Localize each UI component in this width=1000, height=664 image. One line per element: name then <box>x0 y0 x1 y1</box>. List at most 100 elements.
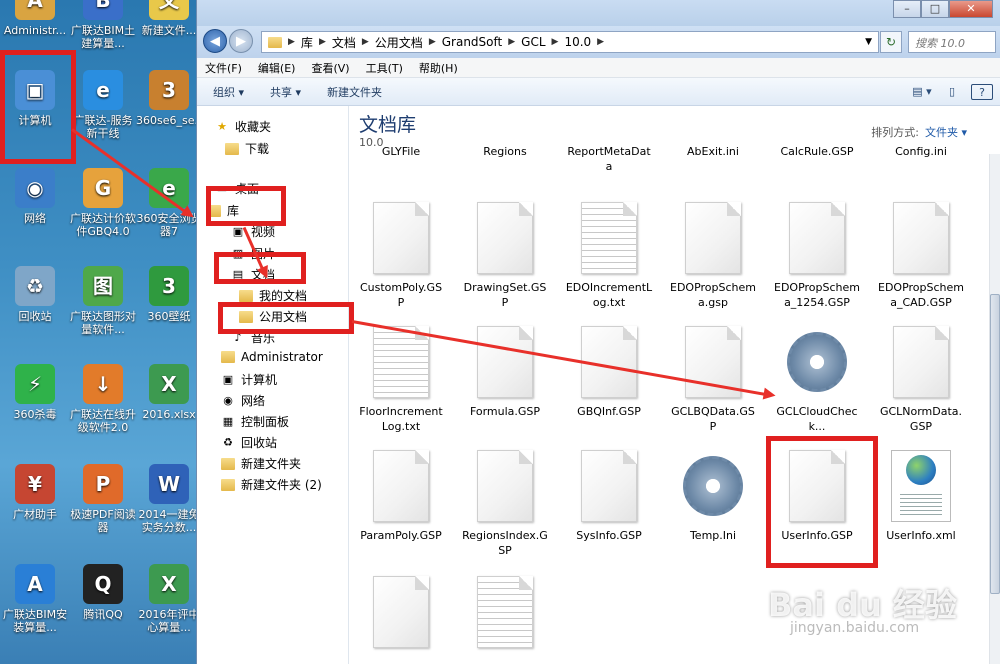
refresh-icon[interactable]: ↻ <box>880 31 902 53</box>
desktop-icon-7[interactable]: G 广联达计价软件GBQ4.0 <box>70 168 136 238</box>
file-item[interactable]: RegionsIndex.GSP <box>457 450 553 558</box>
desktop-icon-17[interactable]: W 2014一建免实务分数... <box>136 464 202 534</box>
back-button[interactable]: ◀ <box>203 29 227 53</box>
file-item[interactable]: Temp.Ini <box>665 450 761 543</box>
minimize-button[interactable]: – <box>893 0 921 18</box>
desktop-icon-15[interactable]: ¥ 广材助手 <box>2 464 68 521</box>
desktop-app-icon: X <box>149 564 189 604</box>
file-item[interactable]: EDOIncrementLog.txt <box>561 202 657 310</box>
file-item[interactable]: FloorIncrementLog.txt <box>353 326 449 434</box>
file-item[interactable]: EDOPropSchema.gsp <box>665 202 761 310</box>
scrollbar-thumb[interactable] <box>990 294 1000 594</box>
search-input[interactable]: 搜索 10.0 <box>908 31 996 53</box>
desktop-icon-label: 广联达BIM土建算量... <box>70 24 136 50</box>
file-item[interactable]: GLYFile <box>353 66 449 159</box>
desktop-app-icon: 3 <box>149 70 189 110</box>
help-icon[interactable]: ? <box>971 84 993 100</box>
desktop-icon-20[interactable]: X 2016年评中心算量... <box>136 564 202 634</box>
desktop-icon-10[interactable]: 图广联达图形对量软件... <box>70 266 136 336</box>
desktop-icon-1[interactable]: B 广联达BIM土建算量... <box>70 0 136 50</box>
nav-item-13[interactable]: ▦ 控制面板 <box>221 413 289 430</box>
breadcrumb-gcl[interactable]: GCL <box>521 35 545 49</box>
desktop-icon-18[interactable]: A 广联达BIM安装算量... <box>2 564 68 634</box>
nav-item-1[interactable]: 下载 <box>225 140 269 157</box>
breadcrumb-public-documents[interactable]: 公用文档 <box>375 34 423 51</box>
share-button[interactable]: 共享 ▾ <box>270 84 301 100</box>
desktop-icon-4[interactable]: e 广联达-服务新干线 <box>70 70 136 140</box>
nav-item-0[interactable]: ★ 收藏夹 <box>215 118 271 135</box>
file-item[interactable]: CustomPoly.GSP <box>353 202 449 310</box>
desktop-icon-16[interactable]: P 极速PDF阅读器 <box>70 464 136 534</box>
desktop-icon-label: 360壁纸 <box>147 310 191 323</box>
file-item[interactable]: ParamPoly.GSP <box>353 450 449 543</box>
desktop-icon-8[interactable]: e 360安全浏览器7 <box>136 168 202 238</box>
file-item[interactable]: SysInfo.GSP <box>561 450 657 543</box>
chevron-down-icon[interactable]: ▼ <box>865 37 872 47</box>
menu-edit[interactable]: 编辑(E) <box>258 60 296 76</box>
breadcrumb-documents[interactable]: 文档 <box>332 34 356 51</box>
file-icon <box>373 450 429 522</box>
file-icon <box>477 326 533 398</box>
nav-item-15[interactable]: 新建文件夹 <box>221 455 301 472</box>
vertical-scrollbar[interactable] <box>989 154 1000 664</box>
text-file-icon <box>373 326 429 398</box>
breadcrumb-grandsoft[interactable]: GrandSoft <box>442 35 503 49</box>
address-row: ◀ ▶ ▶ 库 ▶ 文档 ▶ 公用文档 ▶ GrandSoft ▶ GCL ▶ 10.0 ▶… <box>197 26 1000 58</box>
desktop-icon-6[interactable]: ◉ 网络 <box>2 168 68 225</box>
chevron-right-icon: ▶ <box>597 37 605 47</box>
nav-item-16[interactable]: 新建文件夹 (2) <box>221 476 322 493</box>
file-item[interactable]: ReportMetaData <box>561 66 657 174</box>
nav-item-label: 新建文件夹 <box>241 457 302 471</box>
desktop-app-icon: ↓ <box>83 364 123 404</box>
desktop-icon-13[interactable]: ↓ 广联达在线升级软件2.0 <box>70 364 136 434</box>
desktop-icon-19[interactable]: Q 腾讯QQ <box>70 564 136 621</box>
breadcrumb-version[interactable]: 10.0 <box>564 35 591 49</box>
file-item[interactable] <box>353 576 449 654</box>
nav-item-10[interactable]: Administrator <box>221 350 323 364</box>
address-bar[interactable]: ▶ 库 ▶ 文档 ▶ 公用文档 ▶ GrandSoft ▶ GCL ▶ 10.0 ▶ ▼ <box>261 31 879 53</box>
file-item[interactable]: DrawingSet.GSP <box>457 202 553 310</box>
file-item[interactable]: Config.ini <box>873 66 969 159</box>
file-item[interactable]: EDOPropSchema_1254.GSP <box>769 202 865 310</box>
file-name: EDOPropSchema.gsp <box>670 281 756 309</box>
file-item[interactable]: AbExit.ini <box>665 66 761 159</box>
close-button[interactable]: ✕ <box>949 0 993 18</box>
file-name: GCLBQData.GSP <box>671 405 755 433</box>
desktop-icon-5[interactable]: 3 360se6_se... <box>136 70 205 127</box>
menu-file[interactable]: 文件(F) <box>205 60 242 76</box>
file-item[interactable]: CalcRule.GSP <box>769 66 865 159</box>
file-item[interactable] <box>457 576 553 654</box>
menu-view[interactable]: 查看(V) <box>311 60 349 76</box>
file-item[interactable]: GCLCloudCheck... <box>769 326 865 434</box>
title-bar[interactable]: – □ ✕ <box>197 0 1000 26</box>
desktop-app-icon: P <box>83 464 123 504</box>
file-name: CalcRule.GSP <box>780 145 854 158</box>
file-item[interactable]: UserInfo.xml <box>873 450 969 543</box>
desktop-app-icon: e <box>83 70 123 110</box>
maximize-button[interactable]: □ <box>921 0 949 18</box>
desktop-icon-11[interactable]: 3 360壁纸 <box>136 266 202 323</box>
desktop-app-icon: 3 <box>149 266 189 306</box>
organize-button[interactable]: 组织 ▾ <box>213 84 244 100</box>
desktop-icon-14[interactable]: X 2016.xlsx <box>136 364 202 421</box>
nav-item-label: 网络 <box>241 394 266 408</box>
file-item[interactable]: GCLNormData.GSP <box>873 326 969 434</box>
desktop-icon-0[interactable]: A Administr... <box>2 0 68 37</box>
desktop-icon-12[interactable]: ⚡ 360杀毒 <box>2 364 68 421</box>
nav-item-12[interactable]: ◉ 网络 <box>221 392 265 409</box>
desktop-icon-label: 广联达计价软件GBQ4.0 <box>70 212 136 238</box>
file-name: EDOPropSchema_CAD.GSP <box>878 281 964 309</box>
nav-item-14[interactable]: ♻ 回收站 <box>221 434 277 451</box>
nav-item-11[interactable]: ▣ 计算机 <box>221 371 277 388</box>
desktop-icon-2[interactable]: 文新建文件... <box>136 0 202 37</box>
breadcrumb-library[interactable]: 库 <box>301 34 313 51</box>
desktop-icon-label: 360杀毒 <box>13 408 57 421</box>
desktop-icon-9[interactable]: ♻ 回收站 <box>2 266 68 323</box>
file-item[interactable]: Formula.GSP <box>457 326 553 419</box>
file-icon <box>373 202 429 274</box>
folder-icon <box>239 289 253 302</box>
desktop-icon-label: 广联达BIM安装算量... <box>2 608 68 634</box>
file-item[interactable]: Regions <box>457 66 553 159</box>
file-item[interactable]: EDOPropSchema_CAD.GSP <box>873 202 969 310</box>
forward-button[interactable]: ▶ <box>229 29 253 53</box>
